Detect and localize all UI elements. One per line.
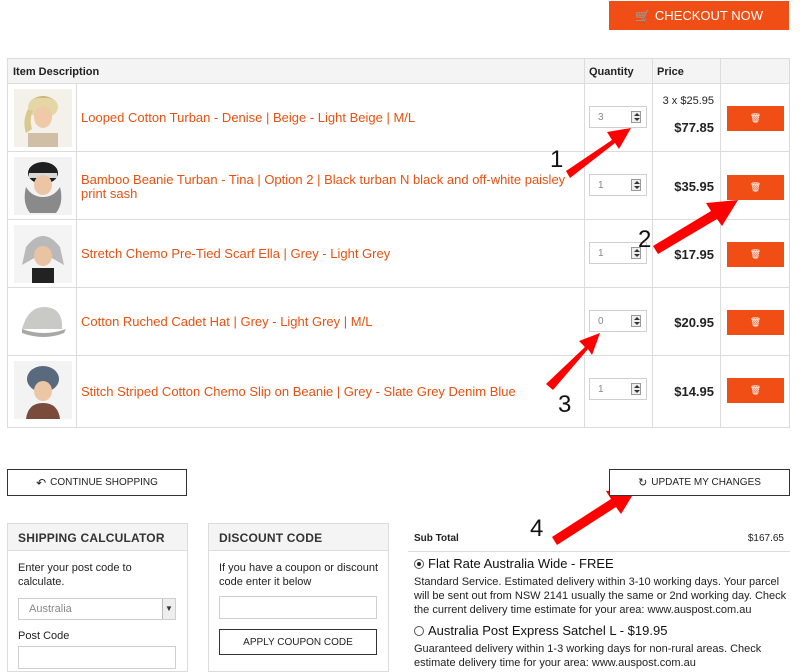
subtotal-value: $167.65 [747, 533, 784, 544]
postcode-input[interactable] [18, 646, 176, 669]
annotation-number: 1 [550, 146, 564, 173]
shipping-option[interactable]: Flat Rate Australia Wide - FREE Standard… [408, 556, 790, 617]
update-changes-label: UPDATE MY CHANGES [651, 477, 761, 488]
discount-code-text: If you have a coupon or discount code en… [219, 562, 378, 588]
apply-coupon-button[interactable]: APPLY COUPON CODE [219, 629, 377, 655]
order-summary: Sub Total $167.65 Flat Rate Australia Wi… [408, 524, 790, 670]
shipping-option[interactable]: Australia Post Express Satchel L - $19.9… [408, 623, 790, 670]
continue-shopping-button[interactable]: ↶ CONTINUE SHOPPING [7, 469, 187, 496]
continue-shopping-label: CONTINUE SHOPPING [50, 477, 158, 488]
postcode-label: Post Code [18, 630, 70, 642]
coupon-code-input[interactable] [219, 596, 377, 619]
discount-code-title: DISCOUNT CODE [209, 524, 388, 551]
annotation-number: 2 [638, 226, 652, 253]
shipping-option-desc: Standard Service. Estimated delivery wit… [414, 576, 787, 616]
reply-arrow-icon: ↶ [36, 475, 47, 490]
radio-unselected-icon[interactable] [414, 625, 424, 636]
subtotal-label: Sub Total [414, 533, 459, 544]
shipping-calculator-title: SHIPPING CALCULATOR [8, 524, 187, 551]
update-changes-button[interactable]: ↻ UPDATE MY CHANGES [609, 469, 790, 496]
shipping-option-title: Australia Post Express Satchel L - $19.9… [428, 623, 668, 638]
apply-coupon-label: APPLY COUPON CODE [243, 636, 353, 648]
shipping-option-desc: Guaranteed delivery within 1-3 working d… [414, 643, 762, 669]
shipping-calculator-panel: SHIPPING CALCULATOR Enter your post code… [7, 523, 188, 672]
discount-code-panel: DISCOUNT CODE If you have a coupon or di… [208, 523, 389, 672]
refresh-icon: ↻ [638, 477, 648, 489]
shipping-calculator-text: Enter your post code to calculate. [18, 562, 132, 588]
chevron-down-icon: ▼ [162, 599, 175, 619]
radio-selected-icon[interactable] [414, 558, 424, 569]
country-select[interactable]: Australia ▼ [18, 598, 176, 620]
country-value: Australia [29, 603, 72, 615]
shipping-option-title: Flat Rate Australia Wide - FREE [428, 556, 614, 571]
subtotal-row: Sub Total $167.65 [408, 524, 790, 552]
annotation-number: 3 [558, 391, 572, 418]
